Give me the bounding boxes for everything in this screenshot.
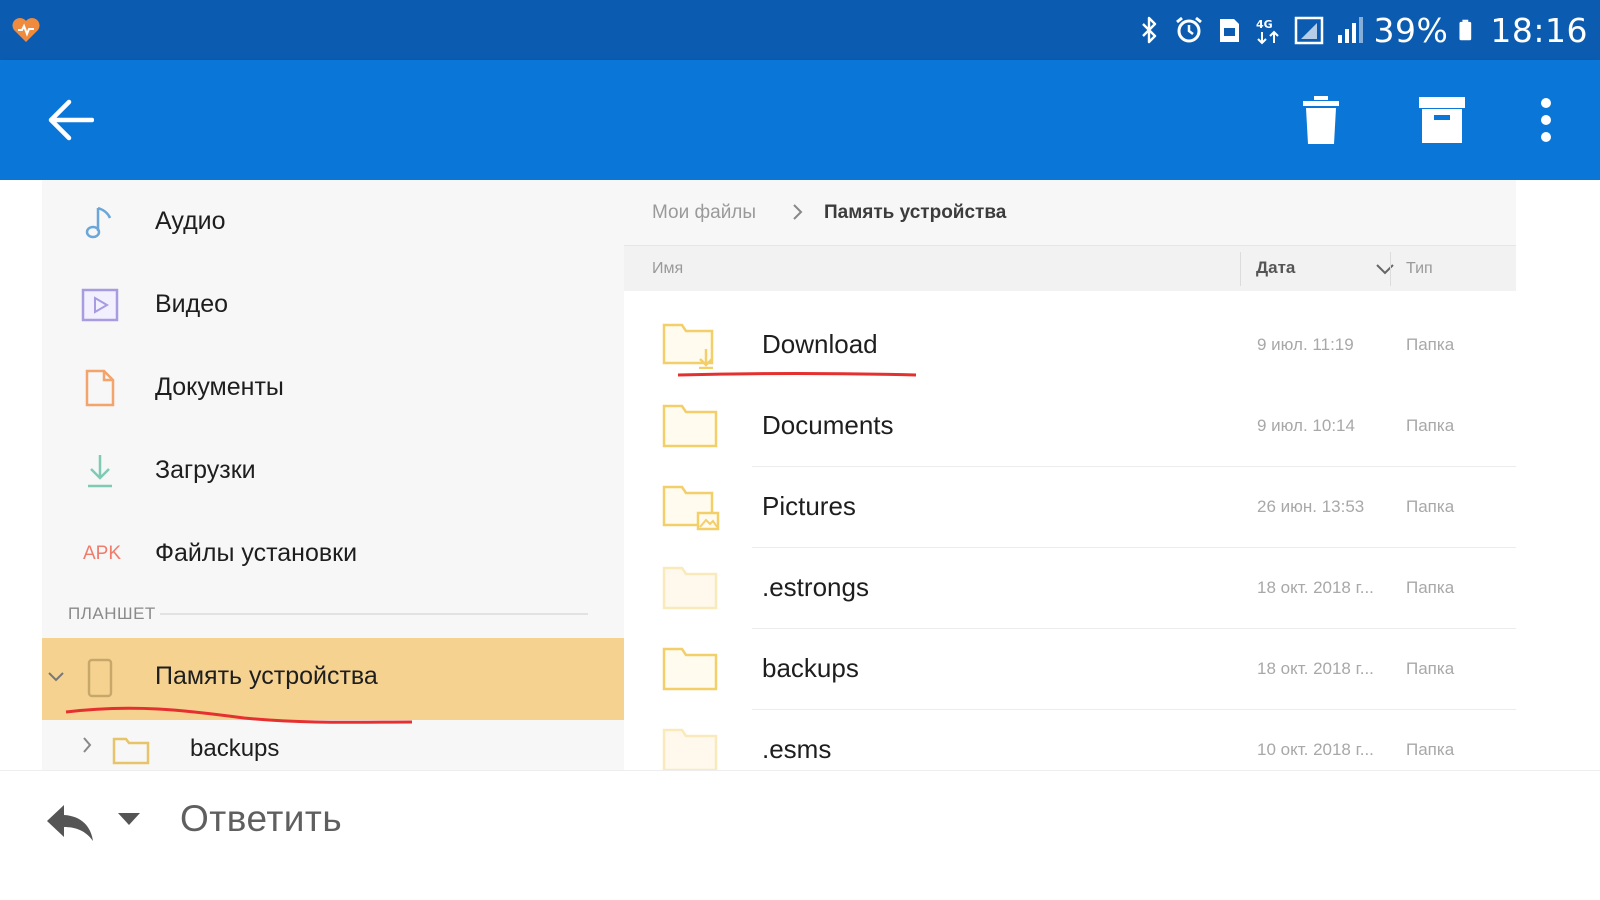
document-icon — [80, 368, 120, 408]
network-4g-icon: 4G — [1256, 18, 1279, 45]
chevron-down-icon — [48, 672, 64, 682]
sidebar-item-video[interactable]: Видео — [42, 263, 624, 346]
page-margin — [1516, 180, 1600, 770]
more-options-button[interactable] — [1516, 60, 1576, 180]
archive-button[interactable] — [1402, 60, 1482, 180]
file-name: Download — [762, 329, 878, 359]
folder-image-icon — [662, 485, 720, 531]
file-name: backups — [762, 653, 859, 683]
alarm-icon — [1175, 16, 1202, 43]
reply-bar: Ответить — [0, 770, 1600, 900]
file-date: 18 окт. 2018 г... — [1257, 659, 1374, 678]
status-icons: 4G 39% 18:16 — [1134, 0, 1588, 60]
sidebar-item-documents[interactable]: Документы — [42, 346, 624, 429]
file-date: 18 окт. 2018 г... — [1257, 578, 1374, 597]
file-name: .esms — [762, 734, 832, 764]
attachment-screenshot: Аудио Видео Документы Загрузки APK Файлы… — [0, 180, 1600, 770]
file-row-pictures[interactable]: Pictures 26 июн. 13:53 Папка — [624, 467, 1516, 548]
back-button[interactable] — [36, 60, 106, 180]
breadcrumb-root[interactable]: Мои файлы — [652, 202, 756, 224]
back-arrow-icon — [48, 99, 94, 141]
file-date: 9 июл. 11:19 — [1257, 335, 1354, 354]
clock: 18:16 — [1490, 10, 1588, 50]
chevron-right-icon — [83, 737, 92, 753]
breadcrumb: Мои файлы Память устройства — [624, 180, 1516, 245]
file-type: Папка — [1406, 497, 1455, 516]
file-name: .estrongs — [762, 572, 869, 602]
battery-percent: 39% — [1373, 10, 1449, 50]
file-row-estrongs[interactable]: .estrongs 18 окт. 2018 г... Папка — [624, 548, 1516, 629]
file-row-backups[interactable]: backups 18 окт. 2018 г... Папка — [624, 629, 1516, 710]
download-icon — [80, 451, 120, 491]
reply-button[interactable]: Ответить — [180, 798, 342, 840]
sidebar: Аудио Видео Документы Загрузки APK Файлы… — [42, 180, 624, 770]
sd-card-icon — [1219, 19, 1239, 42]
file-row-esms[interactable]: .esms 10 окт. 2018 г... Папка — [624, 710, 1516, 770]
file-row-documents[interactable]: Documents 9 июл. 10:14 Папка — [624, 386, 1516, 467]
more-vert-icon — [1541, 98, 1551, 142]
file-date: 26 июн. 13:53 — [1257, 497, 1365, 516]
sim-signal-icon — [1294, 16, 1323, 45]
file-type: Папка — [1406, 578, 1455, 597]
reply-arrow-icon[interactable] — [44, 801, 96, 845]
folder-icon — [662, 647, 718, 691]
folder-hidden-icon — [662, 728, 718, 770]
sidebar-item-device-storage[interactable]: Память устройства — [42, 638, 624, 724]
file-name: Documents — [762, 410, 894, 440]
file-type: Папка — [1406, 740, 1455, 759]
red-underline-annotation — [677, 372, 917, 377]
sidebar-item-audio[interactable]: Аудио — [42, 180, 624, 263]
sidebar-item-label: Видео — [155, 290, 229, 318]
column-date[interactable]: Дата — [1256, 258, 1295, 278]
file-type: Папка — [1406, 416, 1455, 435]
folder-download-icon — [662, 323, 714, 369]
file-row-download[interactable]: Download 9 июл. 11:19 Папка — [624, 305, 1516, 386]
section-divider — [160, 613, 588, 615]
signal-icon — [1337, 17, 1363, 43]
column-type[interactable]: Тип — [1406, 260, 1433, 278]
chevron-right-icon — [793, 204, 803, 220]
archive-icon — [1419, 97, 1465, 143]
folder-icon — [112, 737, 150, 765]
music-note-icon — [80, 202, 120, 242]
sidebar-subitem-label: backups — [190, 735, 280, 762]
sidebar-item-label: Аудио — [155, 207, 226, 235]
sidebar-item-label: Загрузки — [155, 456, 256, 484]
breadcrumb-current: Память устройства — [824, 202, 1007, 223]
sidebar-item-label: Память устройства — [155, 662, 378, 690]
dropdown-triangle-icon[interactable] — [116, 811, 142, 827]
file-browser: Мои файлы Память устройства Имя Дата Тип… — [624, 180, 1516, 770]
file-type: Папка — [1406, 335, 1455, 354]
file-date: 9 июл. 10:14 — [1257, 416, 1355, 435]
trash-icon — [1303, 96, 1339, 144]
sidebar-subitem-backups[interactable]: backups — [42, 725, 624, 770]
file-type: Папка — [1406, 659, 1455, 678]
svg-text:4G: 4G — [1256, 18, 1273, 31]
column-header: Имя Дата Тип — [624, 245, 1516, 291]
file-name: Pictures — [762, 491, 856, 521]
app-heart-icon — [12, 18, 40, 42]
bluetooth-icon — [1141, 16, 1156, 44]
video-icon — [80, 285, 120, 325]
folder-icon — [662, 404, 718, 448]
section-header: ПЛАНШЕТ — [68, 604, 156, 623]
battery-icon — [1459, 19, 1472, 41]
app-bar — [0, 60, 1600, 180]
sort-chevron-down-icon[interactable] — [1374, 261, 1396, 277]
phone-storage-icon — [87, 658, 113, 698]
status-bar: 4G 39% 18:16 — [0, 0, 1600, 60]
sidebar-item-label: Файлы установки — [155, 539, 358, 567]
column-divider — [1390, 252, 1391, 286]
sidebar-item-downloads[interactable]: Загрузки — [42, 429, 624, 512]
folder-hidden-icon — [662, 566, 718, 610]
apk-icon: APK — [82, 542, 122, 564]
sidebar-item-label: Документы — [155, 373, 284, 401]
column-divider — [1240, 252, 1241, 286]
column-name[interactable]: Имя — [652, 260, 683, 278]
sidebar-item-apk[interactable]: APK Файлы установки — [42, 512, 624, 595]
delete-button[interactable] — [1286, 60, 1356, 180]
file-date: 10 окт. 2018 г... — [1257, 740, 1374, 759]
red-underline-annotation — [65, 706, 413, 724]
